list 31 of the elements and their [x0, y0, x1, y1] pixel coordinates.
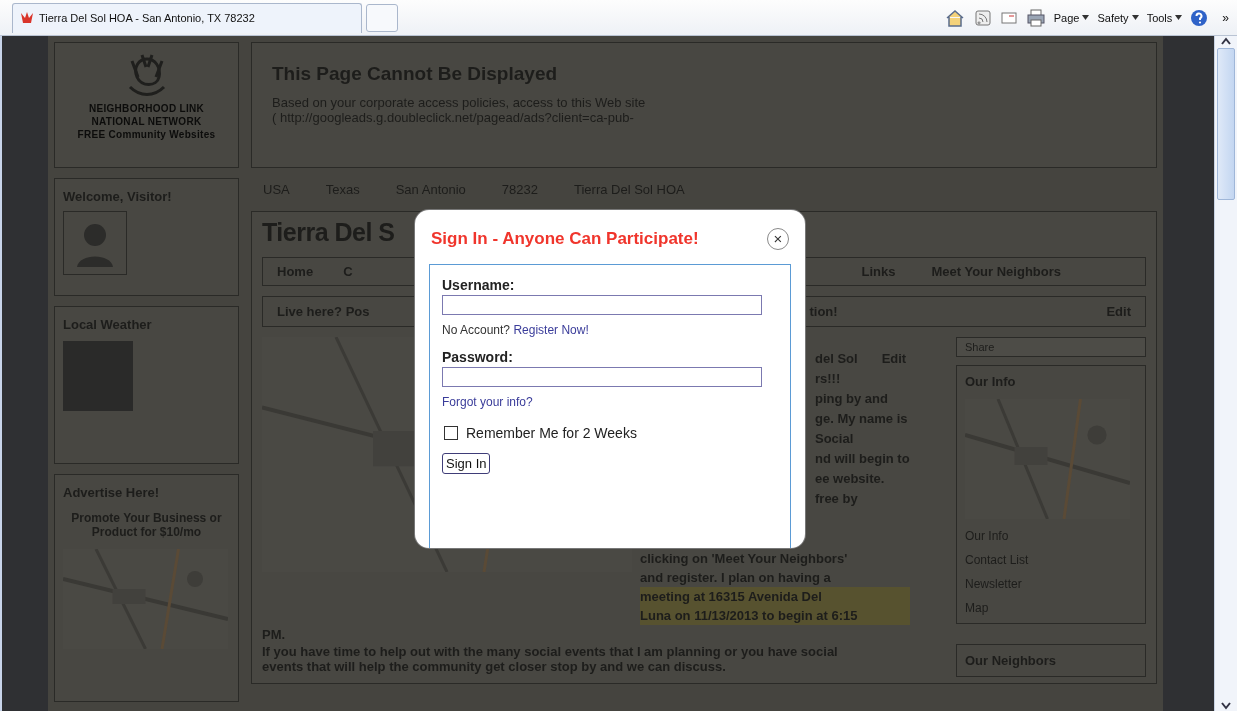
toolbar-menu[interactable]: Page	[1053, 11, 1090, 24]
help-icon[interactable]	[1190, 8, 1209, 27]
close-button[interactable]: ×	[767, 228, 789, 250]
caret-icon	[1082, 15, 1090, 20]
scroll-bar[interactable]	[1214, 36, 1237, 711]
mail-icon[interactable]	[999, 9, 1018, 26]
password-label: Password:	[442, 349, 513, 365]
site-icon	[19, 11, 35, 25]
article-text: meeting at 16315 Avenida Del	[640, 587, 910, 606]
caret-icon	[1175, 15, 1183, 20]
remember-label: Remember Me for 2 Weeks	[466, 425, 637, 441]
toolbar-menu[interactable]: Safety	[1097, 11, 1139, 24]
toolbar-menu[interactable]: Tools	[1146, 11, 1183, 24]
forgot-link[interactable]: Forgot your info?	[442, 395, 533, 409]
article-text: Luna on 11/13/2013 to begin at 6:15	[640, 606, 910, 625]
username-field[interactable]	[442, 295, 762, 315]
remember-checkbox[interactable]	[444, 426, 458, 440]
caret-icon	[1131, 15, 1139, 20]
logo-text: FREE Community Websites	[77, 129, 216, 140]
overflow-chevron[interactable]: »	[1222, 10, 1229, 25]
logo-text: NEIGHBORHOOD LINK	[88, 103, 205, 114]
register-link[interactable]: Register Now!	[513, 323, 589, 337]
password-field[interactable]	[442, 367, 762, 387]
feed-icon[interactable]	[973, 8, 992, 27]
register-prompt: No Account? Register Now!	[442, 323, 589, 337]
printer-icon[interactable]	[1025, 8, 1046, 27]
username-label: Username:	[442, 277, 515, 293]
logo-text: NATIONAL NETWORK	[91, 116, 202, 127]
dialog-title: Sign In - Anyone Can Participate!	[431, 229, 699, 249]
avatar-icon	[63, 211, 127, 275]
sign-in-button[interactable]: Sign In	[442, 453, 491, 474]
